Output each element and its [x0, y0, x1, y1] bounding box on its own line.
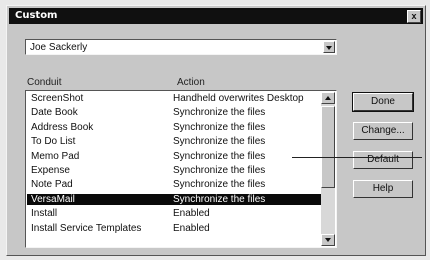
list-row[interactable]: Note Pad Synchronize the files: [27, 179, 321, 190]
done-button[interactable]: Done: [352, 92, 414, 112]
change-button[interactable]: Change...: [353, 122, 413, 140]
list-row[interactable]: Address Book Synchronize the files: [27, 122, 321, 133]
conduit-action: Enabled: [173, 208, 210, 220]
user-dropdown-value: Joe Sackerly: [30, 42, 88, 53]
conduit-name: To Do List: [31, 136, 76, 148]
list-row[interactable]: Install Service Templates Enabled: [27, 223, 321, 234]
conduit-action: Synchronize the files: [173, 165, 266, 176]
callout-line: [292, 157, 422, 158]
window-title: Custom: [15, 10, 58, 21]
conduit-list[interactable]: ScreenShot Handheld overwrites Desktop Dat…: [25, 90, 337, 248]
scroll-thumb[interactable]: [321, 106, 335, 188]
conduit-action: Synchronize the files: [173, 121, 266, 133]
scroll-up-button[interactable]: [321, 92, 335, 104]
conduit-name: Expense: [31, 165, 70, 176]
conduit-action: Synchronize the files: [173, 179, 266, 191]
conduit-action: Synchronize the files: [173, 107, 266, 119]
arrow-up-icon: [325, 96, 331, 100]
list-row[interactable]: To Do List Synchronize the files: [27, 136, 321, 147]
list-row[interactable]: Expense Synchronize the files: [27, 165, 321, 176]
column-header-action: Action: [177, 77, 205, 88]
conduit-action: Enabled: [173, 222, 210, 234]
conduit-action: Synchronize the files: [173, 150, 266, 162]
conduit-name: Address Book: [31, 121, 94, 133]
list-row[interactable]: Memo Pad Synchronize the files: [27, 151, 321, 162]
list-scrollbar[interactable]: [321, 92, 335, 246]
conduit-name: Date Book: [31, 107, 78, 119]
conduit-name: Install: [31, 208, 58, 220]
conduit-action: Handheld overwrites Desktop: [173, 93, 304, 104]
default-button[interactable]: Default: [353, 151, 413, 169]
help-button[interactable]: Help: [353, 180, 413, 198]
title-bar[interactable]: Custom x: [9, 8, 423, 24]
chevron-down-icon: [326, 46, 332, 50]
list-row[interactable]: ScreenShot Handheld overwrites Desktop: [27, 93, 321, 104]
conduit-action: Synchronize the files: [173, 136, 266, 148]
scroll-down-button[interactable]: [321, 234, 335, 246]
list-row[interactable]: Install Enabled: [27, 208, 321, 219]
conduit-name: Memo Pad: [31, 150, 80, 162]
arrow-down-icon: [325, 238, 331, 242]
conduit-name: Install Service Templates: [31, 222, 142, 234]
dropdown-arrow-button[interactable]: [323, 41, 335, 53]
close-button[interactable]: x: [407, 10, 421, 23]
list-row[interactable]: Date Book Synchronize the files: [27, 107, 321, 118]
custom-dialog: Custom x Joe Sackerly Conduit Action Scr…: [6, 5, 426, 256]
conduit-name: Note Pad: [31, 179, 73, 191]
conduit-action: Synchronize the files: [173, 193, 266, 205]
column-header-conduit: Conduit: [27, 77, 62, 88]
conduit-name: VersaMail: [31, 193, 75, 205]
user-dropdown[interactable]: Joe Sackerly: [25, 39, 337, 55]
conduit-name: ScreenShot: [31, 93, 84, 104]
list-row[interactable]: VersaMail Synchronize the files: [27, 193, 321, 205]
